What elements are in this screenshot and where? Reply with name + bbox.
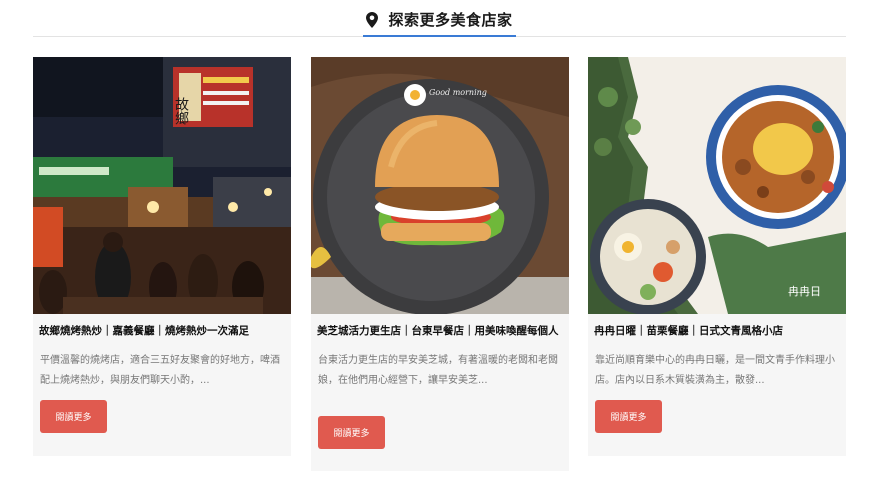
read-more-button[interactable]: 閱讀更多: [40, 400, 107, 433]
restaurant-card[interactable]: 故鄉 故鄉燒烤熱炒｜嘉義餐廳｜燒烤熱炒一次滿足 平價溫馨的燒烤店，適合三五好友聚…: [33, 57, 291, 456]
card-title[interactable]: 故鄉燒烤熱炒｜嘉義餐廳｜燒烤熱炒一次滿足: [39, 323, 285, 339]
section-header: 探索更多美食店家: [33, 0, 846, 37]
map-pin-icon: [366, 11, 379, 28]
title-underline: [363, 35, 516, 37]
shop-sign-text: 故鄉: [173, 97, 189, 125]
restaurant-card[interactable]: 冉冉日 冉冉日曜｜苗栗餐廳｜日式文青風格小店 靠近尚順育樂中心的冉冉日曬，是一間…: [588, 57, 846, 456]
read-more-button[interactable]: 閱讀更多: [318, 416, 385, 449]
card-description: 台東活力更生店的早安美芝城，有著溫暖的老闆和老闆娘，在他們用心經營下，讓早安美芝…: [318, 355, 558, 386]
card-image-night-market[interactable]: 故鄉: [33, 57, 291, 314]
image-overlay-text: 冉冉日: [788, 284, 821, 298]
explore-section: 探索更多美食店家 故鄉 故鄉燒烤熱炒｜嘉義餐廳｜燒烤熱炒一次滿足 平價溫馨的燒烤…: [0, 0, 880, 480]
restaurant-card[interactable]: Good morning 美芝城活力更生店｜台東早餐店｜用美味喚醒每個人 台東活…: [311, 57, 569, 471]
card-image-curry[interactable]: 冉冉日: [588, 57, 846, 314]
read-more-button[interactable]: 閱讀更多: [595, 400, 662, 433]
card-title[interactable]: 冉冉日曜｜苗栗餐廳｜日式文青風格小店: [594, 323, 840, 339]
card-description: 平價溫馨的燒烤店，適合三五好友聚會的好地方，啤酒配上燒烤熱炒，與朋友們聊天小酌，…: [40, 355, 280, 386]
card-image-burger[interactable]: Good morning: [311, 57, 569, 314]
plate-logo-text: Good morning: [429, 88, 487, 97]
section-title: 探索更多美食店家: [388, 11, 513, 29]
card-description: 靠近尚順育樂中心的冉冉日曬，是一間文青手作料理小店。店內以日系木質裝潢為主，散發…: [595, 355, 835, 386]
card-title[interactable]: 美芝城活力更生店｜台東早餐店｜用美味喚醒每個人: [317, 323, 563, 339]
